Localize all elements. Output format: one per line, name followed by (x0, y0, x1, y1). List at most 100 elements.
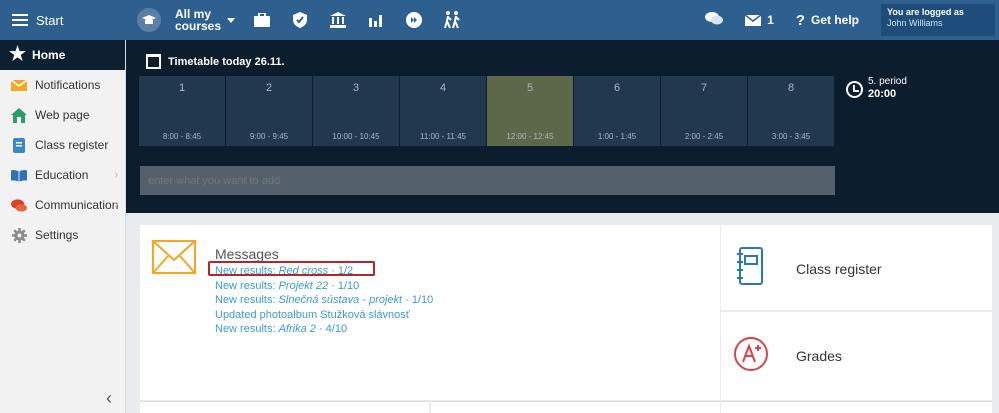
periods-row: 1 8:00 - 8:45 2 9:00 - 9:45 3 10:00 - 10:45… (139, 76, 835, 146)
sidebar-item-web-page[interactable]: Web page (0, 100, 125, 130)
period-number: 3 (352, 82, 360, 94)
hiking-people-icon[interactable] (442, 10, 462, 30)
sidebar-item-notifications[interactable]: Notifications (0, 70, 125, 100)
period-cell[interactable]: 1 8:00 - 8:45 (139, 76, 225, 146)
period-time: 2:00 - 2:45 (684, 132, 724, 141)
highlight-box (208, 261, 375, 276)
timetable-title: Timetable today 26.11. (146, 54, 285, 69)
current-period-label: 5. period (868, 76, 907, 87)
message-suffix: · 1/10 (402, 294, 434, 306)
collapse-sidebar-icon[interactable]: ‹ (106, 388, 112, 409)
messages-count: 1 (767, 13, 774, 27)
sidebar-item-label: Notifications (35, 78, 101, 92)
logged-in-label: You are logged as (887, 7, 964, 17)
current-time: 20:00 (868, 88, 897, 100)
chat-button[interactable] (705, 11, 724, 29)
courses-label: All my courses (175, 8, 221, 32)
period-number: 1 (178, 82, 186, 94)
sidebar-item-home[interactable]: ★ Home (0, 40, 125, 70)
sidebar-item-label: Settings (35, 228, 79, 242)
period-cell[interactable]: 2 9:00 - 9:45 (226, 76, 312, 146)
current-period-indicator: 5. period 20:00 (846, 76, 907, 100)
period-number: 4 (439, 82, 447, 94)
period-number: 2 (265, 82, 273, 94)
chevron-down-icon (227, 17, 235, 23)
message-name: Afrika 2 (278, 323, 316, 335)
sidebar-item-education[interactable]: Education › (0, 160, 125, 190)
calendar-icon (146, 54, 161, 69)
class-register-tile[interactable]: Class register (721, 225, 992, 310)
messages-heading: Messages (215, 246, 279, 262)
period-time: 1:00 - 1:45 (597, 132, 637, 141)
message-prefix: New results: (215, 294, 279, 306)
get-help-button[interactable]: ? Get help (796, 12, 859, 29)
period-time: 9:00 - 9:45 (249, 132, 289, 141)
message-prefix: New results: (215, 279, 279, 292)
message-link[interactable]: Updated photoalbum Stužková slávnosť (215, 308, 433, 323)
period-time: 10:00 - 10:45 (332, 132, 380, 141)
period-number: 7 (700, 82, 708, 94)
period-cell-current[interactable]: 5 12:00 - 12:45 (487, 76, 573, 146)
period-time: 11:00 - 11:45 (420, 132, 466, 141)
period-cell[interactable]: 3 10:00 - 10:45 (313, 76, 399, 146)
period-time: 12:00 - 12:45 (506, 132, 554, 141)
forward-circle-icon[interactable] (404, 10, 424, 30)
briefcase-icon[interactable] (252, 10, 272, 30)
bar-chart-icon[interactable] (366, 10, 386, 30)
chevron-right-icon: › (114, 169, 118, 181)
period-number: 8 (787, 82, 795, 94)
gear-icon (11, 227, 27, 243)
message-link[interactable]: New results: Slnečná sústava - projekt ·… (215, 293, 433, 308)
envelope-icon (11, 77, 27, 93)
sidebar-item-label: Home (32, 48, 66, 62)
get-help-label: Get help (810, 13, 859, 27)
chat-bubbles-icon (705, 11, 724, 29)
envelope-icon (152, 240, 196, 277)
timetable-panel: Timetable today 26.11. 1 8:00 - 8:45 2 9:0… (126, 40, 999, 213)
sidebar-item-class-register[interactable]: Class register (0, 130, 125, 160)
grades-tile[interactable]: Grades (721, 312, 992, 400)
sidebar-item-label: Web page (35, 108, 90, 122)
tile-partial (431, 401, 720, 413)
class-register-label: Class register (796, 261, 882, 277)
period-cell[interactable]: 6 1:00 - 1:45 (574, 76, 660, 146)
courses-label-line2: courses (175, 19, 222, 33)
logged-user-box[interactable]: You are logged as John Williams (881, 4, 995, 36)
message-link[interactable]: New results: Afrika 2 · 4/10 (215, 322, 433, 337)
sidebar-item-label: Class register (35, 138, 109, 152)
graduation-cap-icon (137, 8, 161, 32)
start-menu-button[interactable]: Start (0, 0, 126, 40)
sidebar: ★ Home Notifications Web page Class regi… (0, 40, 126, 413)
message-prefix: New results: (215, 323, 279, 335)
period-cell[interactable]: 8 3:00 - 3:45 (748, 76, 834, 146)
tile-partial (721, 401, 992, 413)
add-event-input[interactable] (140, 166, 835, 195)
star-icon: ★ (9, 44, 27, 65)
courses-dropdown[interactable]: All my courses (137, 6, 235, 34)
messages-button[interactable]: 1 (745, 13, 774, 27)
period-number: 6 (613, 82, 621, 94)
a-plus-grade-icon (733, 336, 769, 375)
shield-icon[interactable] (290, 10, 310, 30)
sidebar-item-label: Education (35, 168, 89, 182)
notebook-icon (11, 137, 27, 153)
chevron-right-icon: › (114, 199, 118, 211)
institution-icon[interactable] (328, 10, 348, 30)
sidebar-item-communication[interactable]: Communication › (0, 190, 125, 220)
message-suffix: · 4/10 (315, 323, 348, 335)
period-cell[interactable]: 4 11:00 - 11:45 (400, 76, 486, 146)
notebook-icon (737, 247, 763, 288)
sidebar-item-settings[interactable]: Settings (0, 220, 125, 250)
user-name: John Williams (887, 18, 943, 28)
chat-icon (11, 197, 27, 213)
period-time: 8:00 - 8:45 (162, 132, 202, 141)
hamburger-icon (12, 14, 28, 26)
period-number: 5 (526, 82, 534, 94)
envelope-icon (745, 14, 762, 26)
message-link[interactable]: New results: Projekt 22 · 1/10 (215, 279, 433, 294)
top-bar: Start All my courses 1 ? Get help You ar… (0, 0, 999, 40)
message-suffix: · 1/10 (328, 279, 360, 292)
period-time: 3:00 - 3:45 (771, 132, 811, 141)
period-cell[interactable]: 7 2:00 - 2:45 (661, 76, 747, 146)
tile-partial (140, 401, 429, 413)
